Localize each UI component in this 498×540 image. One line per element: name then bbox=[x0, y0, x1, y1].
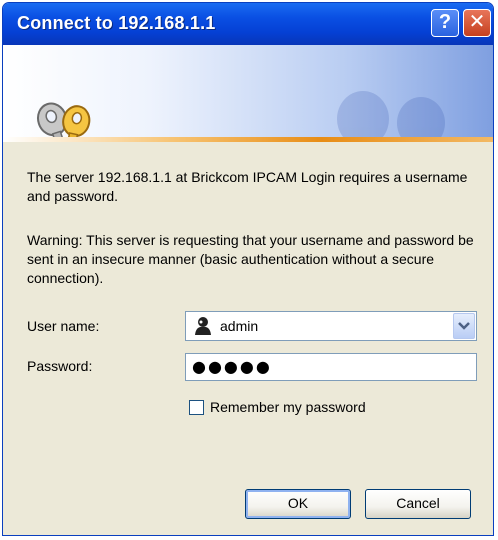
help-icon: ? bbox=[438, 11, 452, 33]
warning-message: Warning: This server is requesting that … bbox=[27, 232, 474, 286]
server-message: The server 192.168.1.1 at Brickcom IPCAM… bbox=[27, 169, 468, 204]
password-field[interactable]: ●●●●● bbox=[185, 353, 477, 381]
cancel-button[interactable]: Cancel bbox=[365, 489, 471, 519]
chevron-down-icon bbox=[458, 322, 470, 330]
close-icon: ✕ bbox=[468, 11, 486, 33]
remember-password-checkbox[interactable] bbox=[189, 400, 204, 415]
remember-password-label[interactable]: Remember my password bbox=[210, 399, 366, 415]
dialog-banner bbox=[3, 45, 493, 177]
close-button[interactable]: ✕ bbox=[463, 9, 491, 37]
password-label: Password: bbox=[27, 358, 93, 374]
dialog-content: The server 192.168.1.1 at Brickcom IPCAM… bbox=[3, 142, 493, 535]
user-icon bbox=[195, 317, 211, 335]
ok-button[interactable]: OK bbox=[245, 489, 351, 519]
dropdown-button[interactable] bbox=[453, 313, 475, 339]
username-combobox[interactable]: admin bbox=[185, 311, 477, 341]
help-button[interactable]: ? bbox=[431, 9, 459, 37]
login-dialog: Connect to 192.168.1.1 ? ✕ The server 19… bbox=[2, 2, 494, 536]
username-label: User name: bbox=[27, 318, 100, 334]
window-title: Connect to 192.168.1.1 bbox=[17, 13, 216, 33]
title-bar[interactable]: Connect to 192.168.1.1 ? ✕ bbox=[3, 3, 493, 45]
username-value: admin bbox=[220, 318, 259, 334]
